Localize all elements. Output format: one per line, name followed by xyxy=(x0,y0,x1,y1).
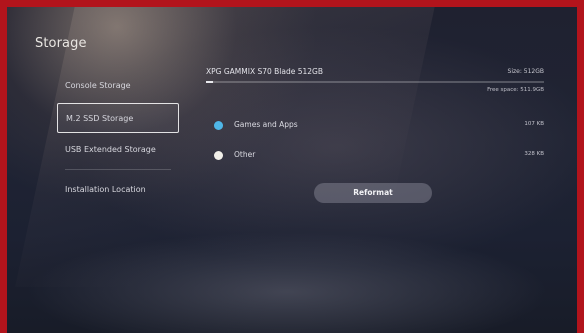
games-and-apps-dot-icon xyxy=(214,121,223,130)
category-size: 107 KB xyxy=(524,121,544,127)
category-row-other[interactable]: Other 328 KB xyxy=(214,149,544,163)
storage-usage-fill xyxy=(206,81,213,83)
category-row-games-and-apps[interactable]: Games and Apps 107 KB xyxy=(214,119,544,133)
sidebar-divider xyxy=(65,169,171,170)
storage-screen: Storage Console Storage M.2 SSD Storage … xyxy=(7,7,577,333)
drive-name: XPG GAMMIX S70 Blade 512GB xyxy=(206,67,324,76)
sidebar-item-usb-extended-storage[interactable]: USB Extended Storage xyxy=(57,135,179,165)
category-label: Games and Apps xyxy=(234,120,298,129)
sidebar-item-label: M.2 SSD Storage xyxy=(66,114,134,123)
sidebar-item-m2-ssd-storage[interactable]: M.2 SSD Storage xyxy=(57,103,179,133)
free-space: Free space: 511.9GB xyxy=(487,87,544,93)
reformat-button[interactable]: Reformat xyxy=(314,183,432,203)
sidebar-item-installation-location[interactable]: Installation Location xyxy=(57,175,179,205)
sidebar-item-console-storage[interactable]: Console Storage xyxy=(57,71,179,101)
sidebar-item-label: Console Storage xyxy=(65,81,131,90)
category-label: Other xyxy=(234,150,256,159)
storage-usage-bar xyxy=(206,81,544,83)
category-size: 328 KB xyxy=(524,151,544,157)
sidebar-item-label: Installation Location xyxy=(65,185,146,194)
other-dot-icon xyxy=(214,151,223,160)
page-title: Storage xyxy=(35,36,87,51)
drive-size: Size: 512GB xyxy=(507,68,544,75)
sidebar-item-label: USB Extended Storage xyxy=(65,145,156,154)
